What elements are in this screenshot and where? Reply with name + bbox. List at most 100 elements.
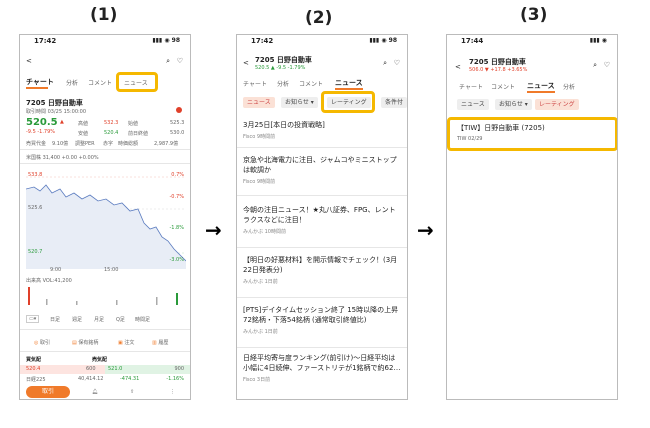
tab-comment[interactable]: コメント bbox=[88, 78, 112, 87]
panel-label-1: (1) bbox=[90, 5, 118, 25]
back-icon[interactable]: < bbox=[243, 59, 249, 67]
board-ask-title: 売気配 bbox=[92, 357, 108, 363]
period-week[interactable]: 週足 bbox=[72, 316, 82, 323]
trade-time: 取引時間 03/25 15:00:00 bbox=[26, 109, 87, 115]
more-icon[interactable]: ⋮ bbox=[170, 389, 175, 395]
chip-condition[interactable]: 条件付 bbox=[381, 97, 407, 108]
chart-pct-4: -3.0% bbox=[169, 257, 184, 263]
board-ask-qty: 900 bbox=[174, 366, 184, 372]
status-icons: ▮▮▮ ◉ bbox=[589, 37, 607, 44]
action-history-label: 履歴 bbox=[158, 340, 169, 346]
chart-tick-low: 520.7 bbox=[28, 249, 43, 255]
stat-mcap-label: 時価総額 bbox=[118, 141, 139, 147]
news-source: Fisco 9時間前 bbox=[243, 134, 276, 140]
chart-tick-mid: 525.6 bbox=[28, 205, 43, 211]
arrow-icon: → bbox=[417, 218, 434, 242]
heart-icon[interactable]: ♡ bbox=[604, 61, 610, 69]
tab-underline bbox=[335, 88, 363, 90]
chip-rating[interactable]: レーティング bbox=[535, 99, 579, 110]
news-title: 3月25日[本日の投資戦略] bbox=[243, 121, 325, 129]
news-title: 【明日の好悪材料】を開示情報でチェック！(3月22日発表分) bbox=[243, 256, 398, 274]
price-arrow: ▲ bbox=[60, 119, 64, 125]
stat-per-label: 調整PER bbox=[75, 141, 95, 147]
chip-notice[interactable]: お知らせ ▾ bbox=[495, 99, 532, 110]
news-source: Fisco 9時間前 bbox=[243, 179, 276, 185]
chip-news[interactable]: ニュース bbox=[457, 99, 489, 110]
index-name: 日経225 bbox=[26, 377, 46, 383]
tab-news[interactable]: ニュース bbox=[335, 78, 363, 88]
tab-chart[interactable]: チャート bbox=[459, 82, 483, 91]
chart-pct-2: -0.7% bbox=[169, 194, 184, 200]
period-hour[interactable]: 時間足 bbox=[135, 316, 150, 323]
tab-comment[interactable]: コメント bbox=[491, 82, 515, 91]
tab-chart[interactable]: チャート bbox=[26, 77, 54, 87]
history-icon: ▥ bbox=[152, 340, 157, 346]
rating-title[interactable]: 【TIW】日野自動車 (7205) bbox=[457, 123, 545, 133]
chip-notice[interactable]: お知らせ ▾ bbox=[281, 97, 318, 108]
tab-comment[interactable]: コメント bbox=[299, 79, 323, 88]
phone-screen-3: 17:44 ▮▮▮ ◉ < 7205 日野自動車 506.0 ▼ +17.8 +… bbox=[446, 34, 618, 400]
stat-open: 525.3 bbox=[170, 120, 185, 126]
flag-icon bbox=[176, 107, 182, 113]
chip-news[interactable]: ニュース bbox=[243, 97, 275, 108]
status-bar: 17:42 ▮▮▮ ◉ 98 bbox=[20, 35, 190, 49]
index-pct: -1.16% bbox=[166, 376, 184, 382]
news-source: みんかぶ 1日前 bbox=[243, 279, 278, 285]
highlight-rating-chip bbox=[321, 91, 375, 113]
stat-turnover-label: 売買代金 bbox=[26, 141, 47, 147]
tab-chart[interactable]: チャート bbox=[243, 79, 267, 88]
heart-icon[interactable]: ♡ bbox=[177, 57, 183, 65]
status-time: 17:42 bbox=[251, 37, 274, 45]
period-quarter[interactable]: Q足 bbox=[116, 316, 125, 323]
board-bid-title: 買気配 bbox=[26, 357, 42, 363]
index-value: 40,414.12 bbox=[78, 376, 104, 382]
stat-high-label: 高値 bbox=[78, 121, 89, 127]
news-source: みんかぶ 1日前 bbox=[243, 329, 278, 335]
tab-news[interactable]: ニュース bbox=[527, 81, 555, 91]
price-chart[interactable] bbox=[26, 169, 186, 273]
action-holdings[interactable]: ▤ 保有銘柄 bbox=[72, 339, 98, 346]
board-bid-price: 520.4 bbox=[26, 366, 41, 372]
stat-low: 520.4 bbox=[104, 130, 119, 136]
tab-analysis[interactable]: 分析 bbox=[563, 82, 575, 91]
back-icon[interactable]: < bbox=[455, 63, 461, 71]
news-item[interactable]: [PTS]デイタイムセッション終了 15時以降の上昇72銘柄・下落54銘柄 (通… bbox=[243, 305, 401, 337]
stat-turnover: 9.10億 bbox=[52, 141, 69, 147]
search-icon[interactable]: ⌕ bbox=[383, 59, 387, 68]
price-line: 506.0 ▼ +17.8 +3.65% bbox=[469, 67, 528, 73]
search-icon[interactable]: ⌕ bbox=[166, 57, 170, 66]
action-order[interactable]: ▣ 注文 bbox=[118, 339, 134, 346]
action-history[interactable]: ▥ 履歴 bbox=[152, 339, 168, 346]
rating-source: TIW 02/29 bbox=[457, 136, 483, 142]
bell-icon[interactable]: 🔔︎ bbox=[92, 389, 98, 395]
share-icon[interactable]: ⇪ bbox=[130, 389, 134, 395]
action-trade[interactable]: ◎ 取引 bbox=[34, 339, 50, 346]
stat-high: 532.3 bbox=[104, 120, 119, 126]
stat-low-label: 安値 bbox=[78, 131, 89, 137]
news-item[interactable]: 京急や北海電力に注目、ジャムコやミニストップは軟調か Fisco 9時間前 bbox=[243, 155, 401, 187]
order-icon: ▣ bbox=[118, 340, 123, 346]
trade-button[interactable]: 取引 bbox=[26, 386, 70, 398]
chart-settings-button[interactable]: ▭▾ bbox=[26, 315, 40, 323]
stat-prev: 530.0 bbox=[170, 130, 185, 136]
tab-analysis[interactable]: 分析 bbox=[66, 78, 78, 87]
tab-analysis[interactable]: 分析 bbox=[277, 79, 289, 88]
news-item[interactable]: 日経平均寄与度ランキング(前引け)～日経平均は小幅に4日続伸、ファーストリテが1… bbox=[243, 353, 401, 385]
price-change: -9.5 -1.79% bbox=[26, 129, 56, 135]
action-order-label: 注文 bbox=[124, 340, 135, 346]
stat-prev-label: 前日終値 bbox=[128, 131, 149, 137]
news-item[interactable]: 【明日の好悪材料】を開示情報でチェック！(3月22日発表分) みんかぶ 1日前 bbox=[243, 255, 401, 287]
period-month[interactable]: 月足 bbox=[94, 316, 104, 323]
index-row: 米国株 31,400 +0.00 +0.00% bbox=[26, 155, 99, 161]
search-icon[interactable]: ⌕ bbox=[593, 61, 597, 70]
price-line: 520.5 ▲ -9.5 -1.79% bbox=[255, 65, 306, 71]
news-item[interactable]: 今朝の注目ニュース！★丸八証券、FPG、レントラクスなどに注目！ みんかぶ 10… bbox=[243, 205, 401, 237]
panel-label-2: (2) bbox=[305, 8, 333, 28]
heart-icon[interactable]: ♡ bbox=[394, 59, 400, 67]
news-item[interactable]: 3月25日[本日の投資戦略] Fisco 9時間前 bbox=[243, 120, 401, 142]
status-bar: 17:44 ▮▮▮ ◉ bbox=[447, 35, 617, 49]
back-icon[interactable]: < bbox=[26, 57, 32, 65]
action-trade-label: 取引 bbox=[39, 340, 50, 346]
period-day[interactable]: 日足 bbox=[50, 316, 60, 323]
stock-name: 7205 日野自動車 bbox=[469, 58, 526, 66]
